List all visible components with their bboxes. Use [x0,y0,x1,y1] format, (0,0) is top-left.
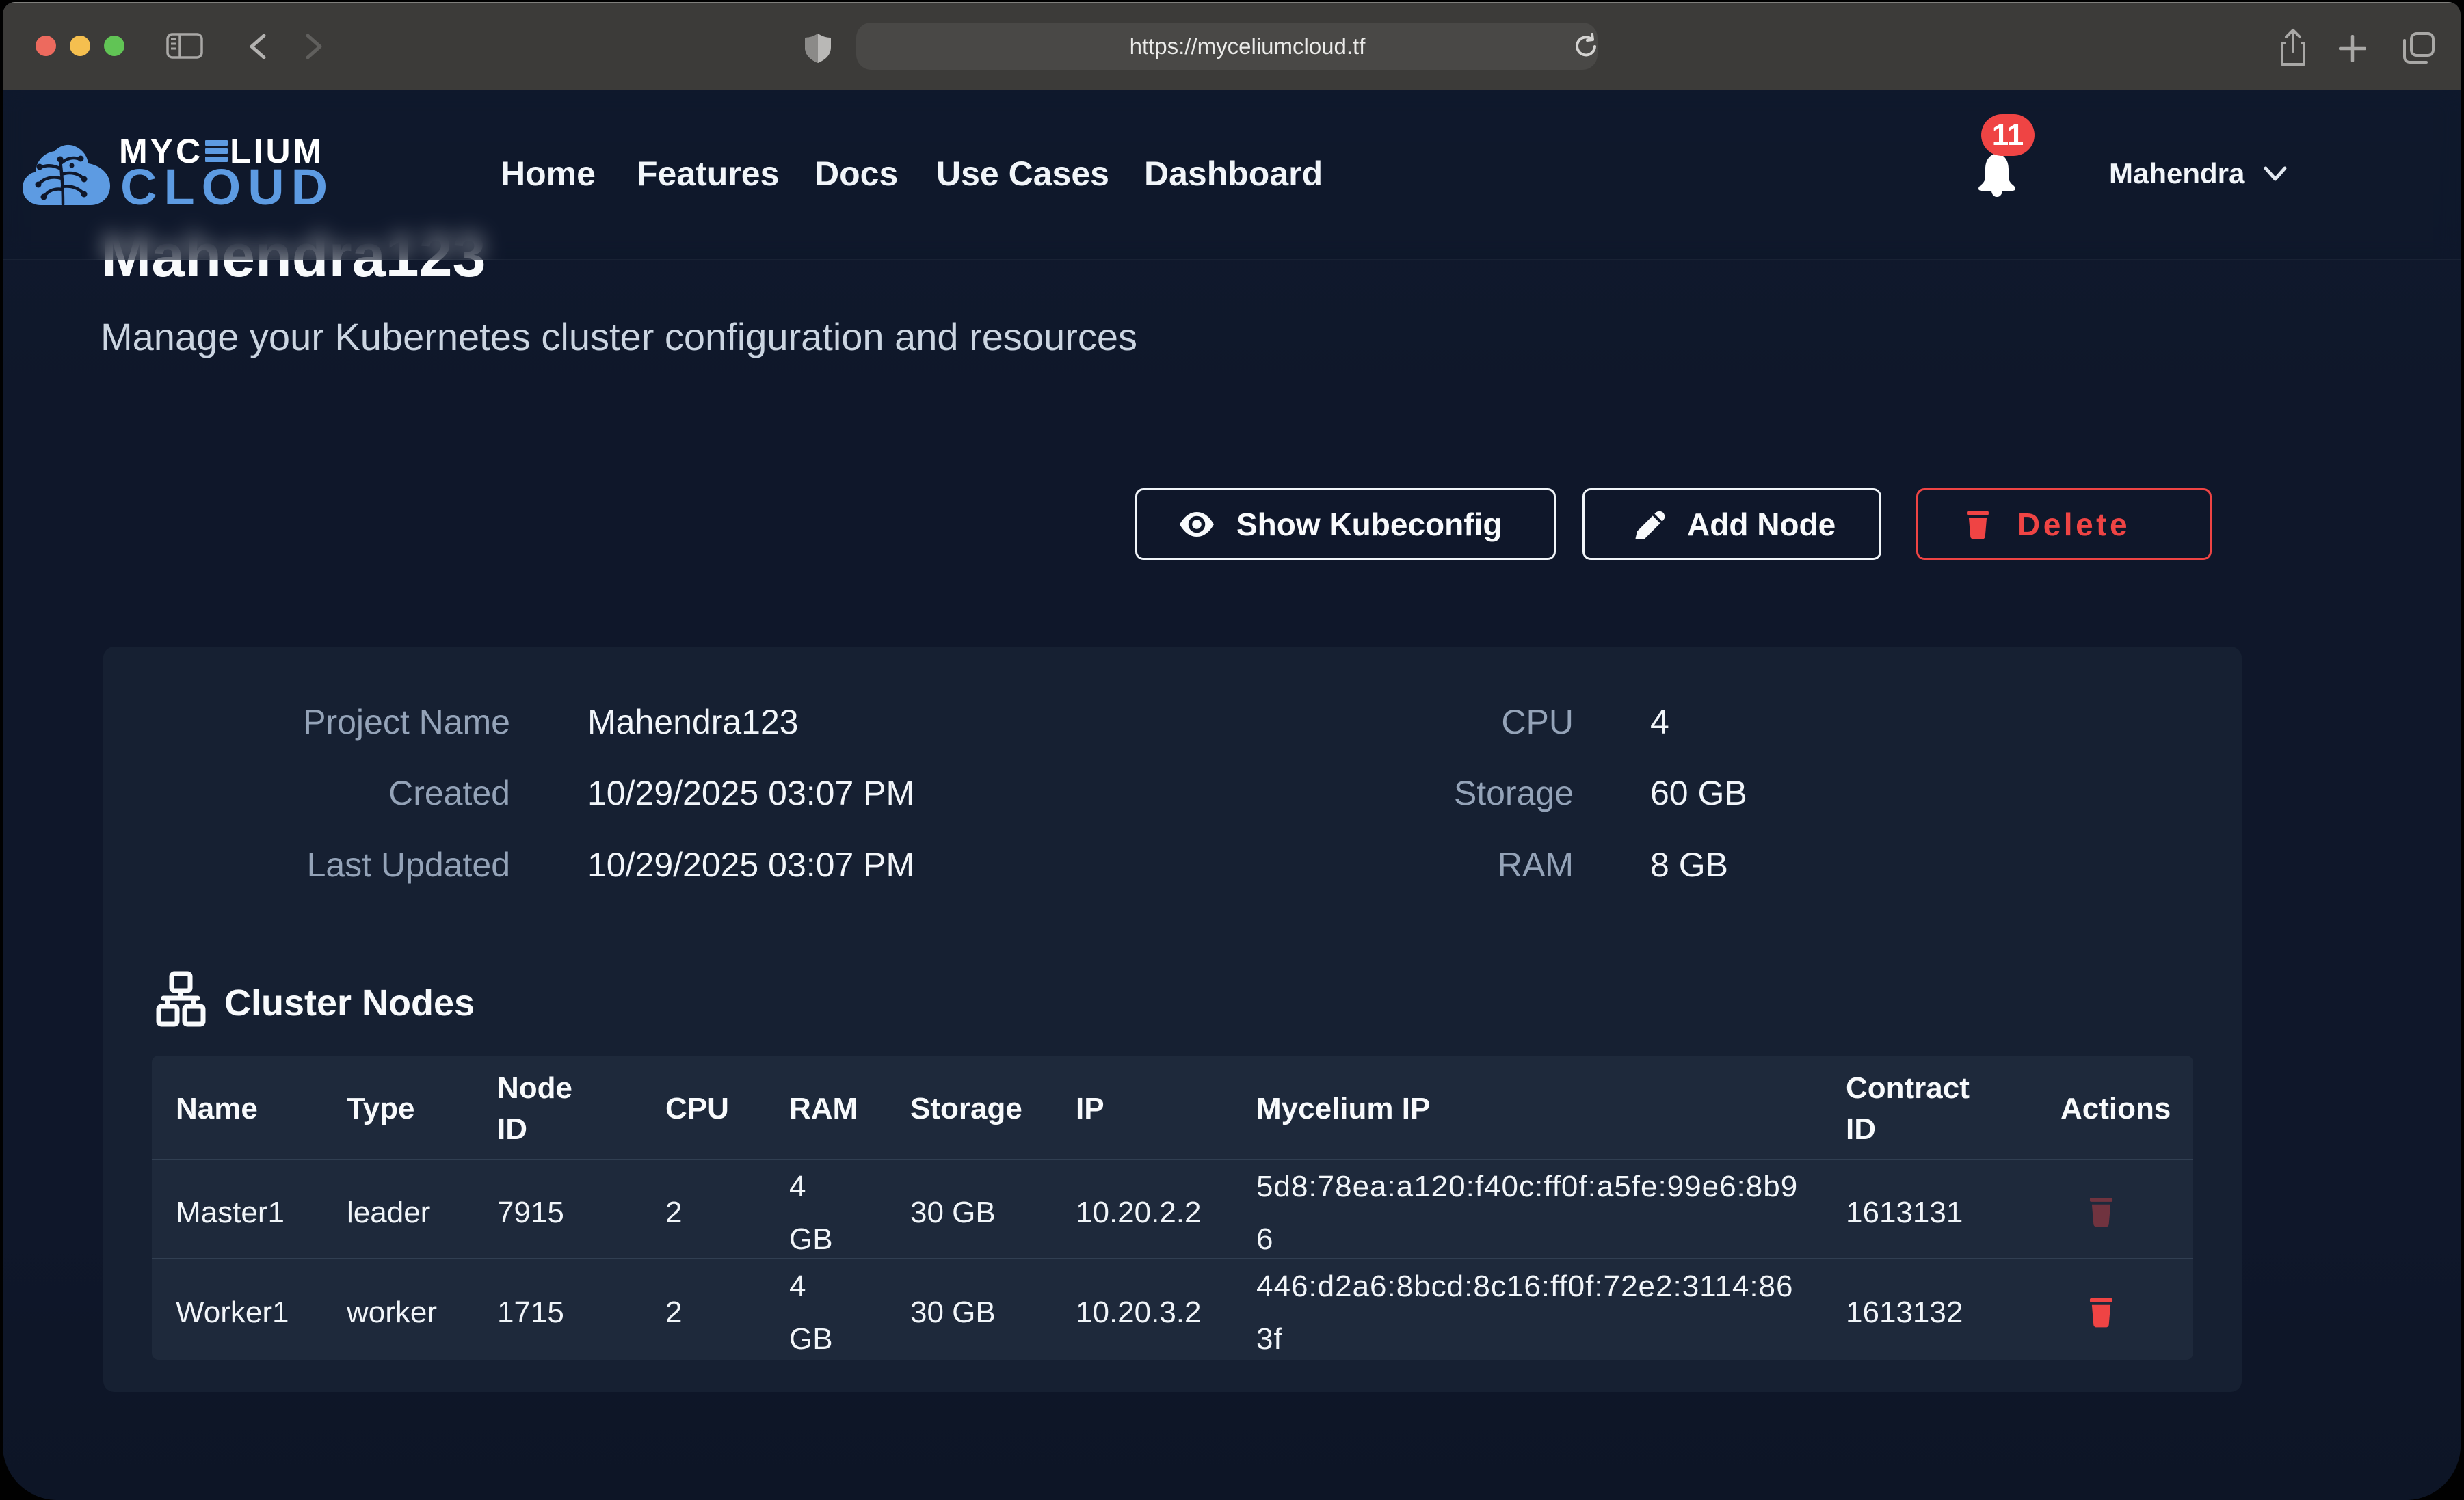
svg-text:11: 11 [1992,118,2024,152]
